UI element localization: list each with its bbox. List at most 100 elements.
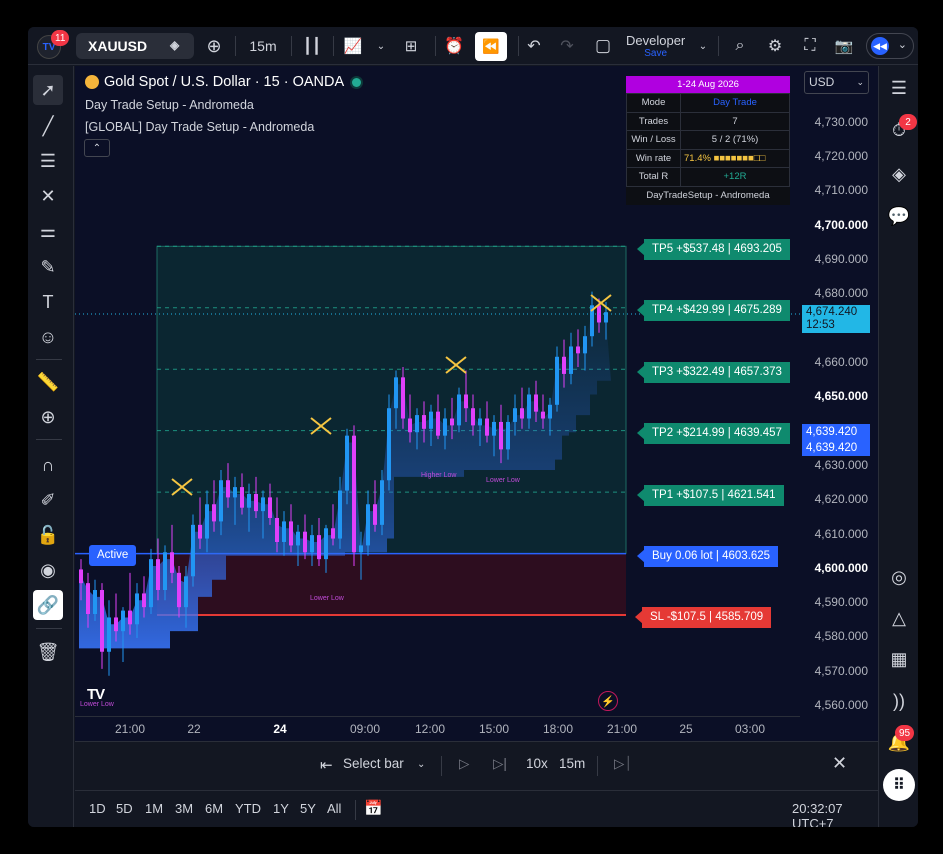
candle-body — [394, 377, 398, 409]
goto-date-icon[interactable]: 📅 — [364, 799, 383, 817]
speed-selector[interactable]: 10x — [526, 756, 548, 771]
indicator-legend-1[interactable]: Day Trade Setup - Andromeda — [85, 98, 361, 112]
chevron-down-icon[interactable]: ⌄ — [374, 27, 388, 65]
candle-body — [499, 421, 503, 450]
eye-icon[interactable]: ◉ — [33, 555, 63, 585]
collapse-legend-icon[interactable]: ⌃ — [84, 139, 110, 157]
lock-icon[interactable]: 🔓 — [33, 520, 63, 550]
sl-label[interactable]: SL -$107.5 | 4585.709 — [634, 607, 772, 628]
range-1m[interactable]: 1M — [145, 801, 163, 816]
range-1y[interactable]: 1Y — [273, 801, 289, 816]
diamond-icon[interactable]: ◈ — [170, 38, 186, 54]
tp5-label[interactable]: TP5 +$537.48 | 4693.205 — [637, 239, 790, 260]
jump-to-realtime-icon[interactable]: ▷⏐ — [614, 756, 632, 772]
current-price: 4,674.240 — [806, 306, 858, 318]
stats-value: 7 — [680, 111, 790, 131]
clock-timezone[interactable]: 20:32:07 UTC+7 — [792, 801, 878, 827]
candle-body — [534, 394, 538, 412]
settings-gear-icon[interactable]: ⚙ — [763, 27, 787, 65]
magnet-icon[interactable]: ∩ — [33, 450, 63, 480]
candle-body — [555, 356, 559, 405]
pattern-icon[interactable]: ✕ — [33, 181, 63, 211]
candle-body — [310, 535, 314, 553]
trash-icon[interactable]: 🗑 — [33, 637, 63, 667]
currency-selector[interactable]: USD ⌄ — [804, 71, 869, 94]
time-tick: 25 — [679, 722, 693, 736]
tradingview-logo[interactable]: TV — [87, 686, 105, 703]
time-axis[interactable]: 21:00 22 24 09:00 12:00 15:00 18:00 21:0… — [75, 716, 800, 741]
tp1-label[interactable]: TP1 +$107.5 | 4621.541 — [637, 485, 784, 506]
broadcast-icon[interactable]: )) — [885, 687, 913, 715]
layouts-grid-icon[interactable]: ⊞ — [399, 27, 423, 65]
replay-icon[interactable]: ⏪ — [475, 32, 507, 61]
redo-icon[interactable]: ↷ — [556, 27, 578, 65]
price-axis[interactable]: 4,730.000 4,720.000 4,710.000 4,700.000 … — [800, 66, 878, 714]
text-icon[interactable]: T — [33, 287, 63, 317]
time-tick: 18:00 — [542, 722, 574, 736]
lightning-icon[interactable]: ⚡ — [598, 691, 618, 711]
select-bar-chevron-icon[interactable]: ⌄ — [417, 759, 425, 770]
step-forward-icon[interactable]: ▷| — [493, 756, 507, 772]
close-replay-icon[interactable]: ✕ — [832, 753, 847, 774]
range-6m[interactable]: 6M — [205, 801, 223, 816]
interval-selector[interactable]: 15m — [246, 27, 280, 65]
entry-label[interactable]: Buy 0.06 lot | 4603.625 — [636, 546, 779, 567]
apps-grid-icon[interactable]: ⠿ — [883, 769, 915, 801]
play-icon[interactable]: ▷ — [459, 756, 469, 772]
pencil-lock-icon[interactable]: ✐ — [33, 485, 63, 515]
candle-body — [79, 569, 83, 584]
undo-icon[interactable]: ↶ — [523, 27, 545, 65]
fullscreen-icon[interactable]: ⛶ — [798, 27, 822, 65]
range-3m[interactable]: 3M — [175, 801, 193, 816]
price-tick: 4,680.000 — [814, 286, 868, 300]
fullscreen-square-icon[interactable]: ▢ — [592, 27, 614, 65]
candle-body — [401, 377, 405, 419]
range-5d[interactable]: 5D — [116, 801, 133, 816]
top-toolbar: TV 11 XAUUSD ◈ ⊕ 15m ┃┃ 📈 ⌄ ⊞ ⏰ ⏪ ↶ ↷ ▢ … — [28, 27, 918, 65]
layout-selector[interactable]: Developer Save — [626, 34, 685, 60]
indicators-icon[interactable]: 📈 — [341, 27, 365, 65]
candle-body — [513, 408, 517, 422]
forecast-icon[interactable]: ⚌ — [33, 216, 63, 246]
trend-line-icon[interactable]: ╱ — [33, 111, 63, 141]
layout-chevron-icon[interactable]: ⌄ — [696, 27, 710, 65]
candles-icon[interactable]: ┃┃ — [300, 27, 324, 65]
link-icon[interactable]: 🔗 — [33, 590, 63, 620]
zoom-in-icon[interactable]: ⊕ — [33, 402, 63, 432]
calendar-icon[interactable]: ▦ — [885, 645, 913, 673]
brush-icon[interactable]: ✎ — [33, 252, 63, 282]
tp3-label[interactable]: TP3 +$322.49 | 4657.373 — [637, 362, 790, 383]
cursor-icon[interactable]: ➚ — [33, 75, 63, 105]
watchlist-icon[interactable]: ☰ — [885, 74, 913, 102]
emoji-icon[interactable]: ☺ — [33, 322, 63, 352]
tp2-label[interactable]: TP2 +$214.99 | 4639.457 — [637, 423, 790, 444]
price-tick: 4,710.000 — [814, 183, 868, 197]
alert-clock-icon[interactable]: ⏰ — [442, 27, 466, 65]
range-ytd[interactable]: YTD — [235, 801, 261, 816]
pyramid-icon[interactable]: △ — [885, 604, 913, 632]
fib-retracement-icon[interactable]: ☰ — [33, 146, 63, 176]
replay-interval[interactable]: 15m — [559, 756, 585, 771]
legend-title-row[interactable]: Gold Spot / U.S. Dollar · 15 · OANDA — [85, 74, 362, 90]
publish-button[interactable]: ◀◀ ⌄ — [866, 33, 914, 59]
candle-body — [345, 435, 349, 491]
tp4-label[interactable]: TP4 +$429.99 | 4675.289 — [637, 300, 790, 321]
target-icon[interactable]: ◎ — [885, 563, 913, 591]
quick-search-icon[interactable]: ⌕ — [728, 27, 752, 65]
chat-icon[interactable]: 💬 — [885, 202, 913, 230]
range-1d[interactable]: 1D — [89, 801, 106, 816]
select-bar-icon[interactable]: ⇤ — [320, 756, 333, 774]
ruler-icon[interactable]: 📏 — [33, 367, 63, 397]
candle-body — [296, 531, 300, 546]
layers-icon[interactable]: ◈ — [885, 160, 913, 188]
active-trade-label[interactable]: Active — [89, 545, 137, 566]
select-bar-button[interactable]: Select bar — [343, 756, 404, 771]
symbol-search[interactable]: XAUUSD ◈ — [76, 33, 194, 59]
indicator-legend-2[interactable]: [GLOBAL] Day Trade Setup - Andromeda — [85, 120, 361, 134]
range-5y[interactable]: 5Y — [300, 801, 316, 816]
camera-icon[interactable]: 📷 — [832, 27, 856, 65]
candle-body — [205, 504, 209, 539]
chart-pane[interactable]: Lower Low Lower Low Higher Low Lower Low Go… — [75, 66, 878, 741]
range-all[interactable]: All — [327, 801, 341, 816]
add-symbol-icon[interactable]: ⊕ — [203, 27, 225, 65]
